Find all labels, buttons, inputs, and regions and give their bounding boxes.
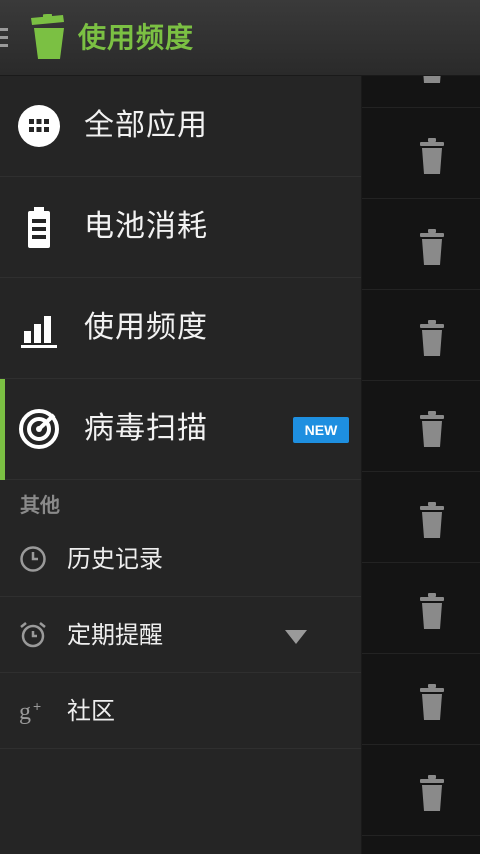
- drawer-item-all-apps[interactable]: 全部应用: [0, 76, 361, 177]
- trash-icon[interactable]: [418, 501, 446, 539]
- drawer-item-scheduled-reminder[interactable]: 定期提醒: [0, 597, 361, 673]
- svg-text:g: g: [19, 699, 31, 725]
- drawer-item-history[interactable]: 历史记录: [0, 521, 361, 597]
- list-item[interactable]: [362, 382, 480, 472]
- drawer-item-label: 定期提醒: [67, 621, 163, 649]
- list-item[interactable]: [362, 564, 480, 654]
- alarm-clock-icon: [20, 622, 46, 648]
- list-item[interactable]: [362, 109, 480, 199]
- trash-icon[interactable]: [418, 319, 446, 357]
- drawer-item-battery[interactable]: 电池消耗: [0, 177, 361, 278]
- trash-icon[interactable]: [418, 774, 446, 812]
- clock-icon: [20, 546, 46, 572]
- drawer-item-community[interactable]: g + 社区: [0, 673, 361, 749]
- drawer-item-label: 使用频度: [84, 310, 208, 345]
- battery-icon: [28, 207, 50, 248]
- list-item[interactable]: [362, 200, 480, 290]
- page-title: 使用频度: [78, 21, 195, 54]
- drawer-item-label: 社区: [67, 697, 115, 725]
- drawer-item-usage-frequency[interactable]: 使用频度: [0, 278, 361, 379]
- drawer-item-label: 病毒扫描: [84, 411, 208, 446]
- app-list-background: [362, 47, 480, 854]
- new-badge: NEW: [293, 417, 349, 443]
- hamburger-icon[interactable]: [0, 28, 8, 48]
- svg-text:+: +: [33, 698, 41, 714]
- trash-icon[interactable]: [418, 683, 446, 721]
- chevron-down-icon[interactable]: [285, 630, 307, 644]
- section-header-other: 其他: [20, 493, 60, 517]
- list-item[interactable]: [362, 746, 480, 836]
- radar-scan-icon: [19, 409, 59, 449]
- drawer-item-label: 历史记录: [67, 545, 163, 573]
- trash-can-logo-icon[interactable]: [29, 14, 67, 60]
- trash-icon[interactable]: [418, 592, 446, 630]
- list-item[interactable]: [362, 655, 480, 745]
- list-item[interactable]: [362, 473, 480, 563]
- trash-icon[interactable]: [418, 137, 446, 175]
- grid-apps-icon: [18, 105, 60, 147]
- google-plus-icon: g +: [19, 698, 41, 725]
- drawer-item-label: 全部应用: [84, 108, 208, 143]
- app-bar: 使用频度: [0, 0, 480, 76]
- bar-chart-icon: [21, 316, 57, 348]
- drawer-item-label: 电池消耗: [84, 209, 208, 244]
- trash-icon[interactable]: [418, 228, 446, 266]
- list-item[interactable]: [362, 291, 480, 381]
- trash-icon[interactable]: [418, 410, 446, 448]
- navigation-drawer: 全部应用 电池消耗 使用频度 病毒扫描 NEW 其他 历史记录 定期提醒 g +…: [0, 76, 362, 854]
